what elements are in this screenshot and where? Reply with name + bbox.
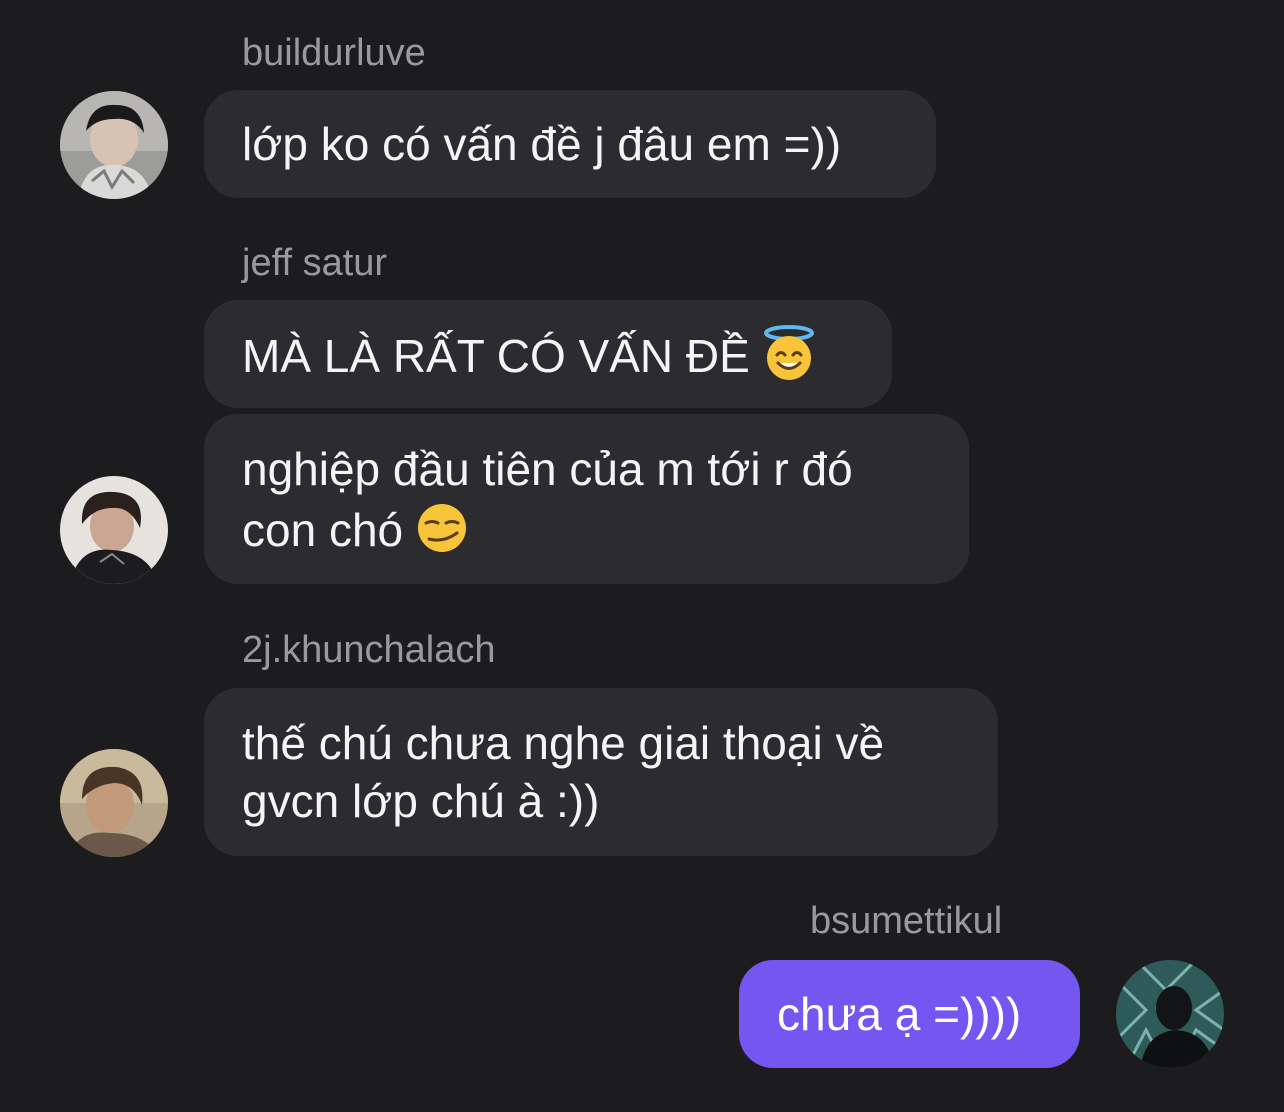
sender-name: bsumettikul bbox=[810, 900, 1003, 942]
sender-name: buildurluve bbox=[242, 32, 426, 74]
avatar[interactable] bbox=[60, 476, 168, 584]
avatar[interactable] bbox=[60, 91, 168, 199]
message-text: chưa ạ =)))) bbox=[777, 988, 1022, 1040]
smiling-face-with-halo-emoji bbox=[763, 324, 814, 380]
sender-name: jeff satur bbox=[242, 242, 388, 284]
message-text-line: gvcn lớp chú à :)) bbox=[242, 775, 600, 827]
message-bubble[interactable]: MÀ LÀ RẤT CÓ VẤN ĐỀ bbox=[204, 300, 892, 408]
avatar[interactable] bbox=[1116, 960, 1224, 1068]
message-text-line: thế chú chưa nghe giai thoại về bbox=[242, 717, 885, 769]
message-bubble[interactable]: thế chú chưa nghe giai thoại về gvcn lớp… bbox=[204, 688, 998, 856]
message-text: lớp ko có vấn đề j đâu em =)) bbox=[242, 118, 842, 170]
message-text: MÀ LÀ RẤT CÓ VẤN ĐỀ bbox=[242, 324, 854, 385]
message-bubble[interactable]: lớp ko có vấn đề j đâu em =)) bbox=[204, 90, 936, 198]
message-text-line: nghiệp đầu tiên của m tới r đó bbox=[242, 442, 853, 495]
message-bubble-outgoing[interactable]: chưa ạ =)))) bbox=[739, 960, 1080, 1068]
avatar[interactable] bbox=[60, 749, 168, 857]
message-text-line: con chó bbox=[242, 498, 931, 559]
smirking-face-emoji bbox=[418, 503, 467, 552]
sender-name: 2j.khunchalach bbox=[242, 629, 496, 671]
message-bubble[interactable]: nghiệp đầu tiên của m tới r đó con chó bbox=[204, 414, 969, 584]
